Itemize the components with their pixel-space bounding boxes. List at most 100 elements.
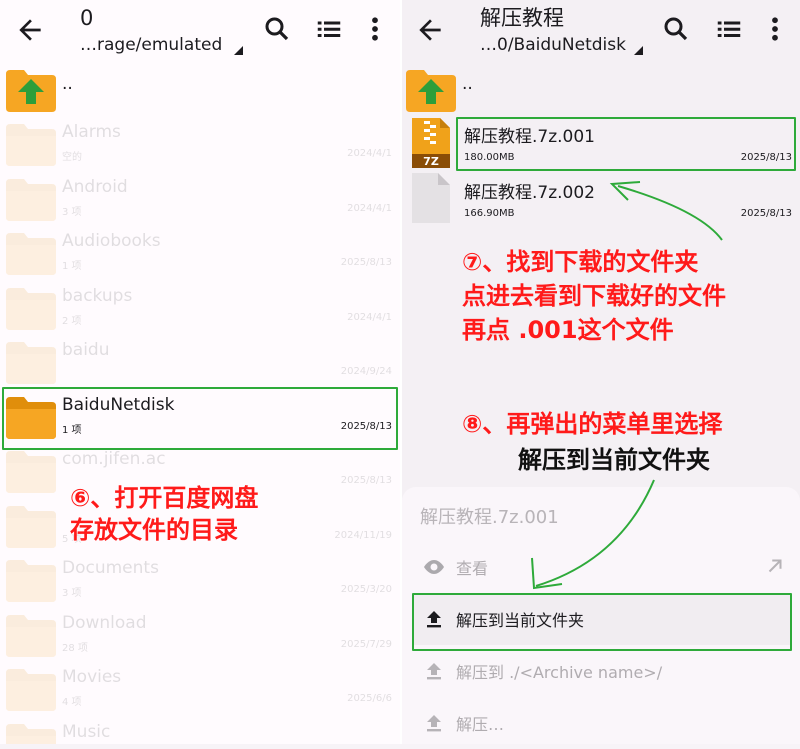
folder-row[interactable]: backups 2 项 2024/4/1 — [0, 280, 400, 334]
folder-date: 2025/8/13 — [340, 257, 392, 268]
eye-icon — [424, 560, 444, 574]
folder-icon — [6, 723, 56, 744]
folder-row[interactable]: Documents 3 项 2025/3/20 — [0, 552, 400, 606]
left-title: 0 — [80, 6, 94, 30]
folder-item-count: 3 项 — [62, 206, 82, 218]
back-arrow-icon[interactable] — [14, 14, 46, 46]
folder-date: 2024/4/1 — [347, 148, 392, 159]
search-icon[interactable] — [262, 14, 292, 44]
folder-icon — [6, 451, 56, 493]
path-dropdown-icon[interactable] — [234, 46, 243, 55]
parent-directory-label: .. — [62, 74, 73, 94]
path-dropdown-icon[interactable] — [634, 46, 643, 55]
folder-icon — [6, 614, 56, 657]
folder-icon — [6, 233, 56, 275]
extract-icon — [427, 715, 441, 732]
left-file-pane: 0 …rage/emulated .. Alarms 空的 2024/4/1 Andr… — [0, 0, 400, 744]
folder-date: 2025/3/20 — [340, 584, 392, 595]
folder-icon — [6, 124, 56, 166]
annotation-step-6-line2: 存放文件的目录 — [70, 516, 238, 544]
menu-label-extract-custom: 解压… — [456, 715, 505, 734]
annotation-step-7-line1: ⑦、找到下载的文件夹 — [462, 248, 699, 276]
folder-name: Android — [62, 176, 128, 197]
menu-label-extract-to-folder: 解压到 ./<Archive name>/ — [456, 663, 663, 682]
right-app-bar: 解压教程 …0/BaiduNetdisk — [402, 0, 800, 60]
more-options-icon[interactable] — [760, 14, 790, 44]
folder-date: 2024/4/1 — [347, 202, 392, 214]
parent-directory-row[interactable]: .. — [0, 62, 400, 116]
extract-icon — [427, 663, 441, 680]
folder-row[interactable]: Movies 4 项 2025/6/6 — [0, 661, 400, 715]
left-title-box[interactable]: 0 …rage/emulated — [80, 4, 250, 58]
annotation-step-6-line1: ⑥、打开百度网盘 — [70, 484, 259, 512]
folder-item-count: 2 项 — [62, 315, 82, 327]
folder-date: 2024/9/24 — [340, 366, 392, 377]
left-app-bar: 0 …rage/emulated — [0, 0, 400, 60]
folder-icon — [6, 560, 56, 602]
folder-date: 2024/11/19 — [334, 529, 392, 541]
annotation-step-8-line1: ⑧、再弹出的菜单里选择 — [462, 410, 723, 438]
highlight-box-baidunetdisk — [2, 387, 398, 450]
list-view-icon[interactable] — [714, 14, 744, 44]
folder-item-count: 3 项 — [62, 588, 82, 599]
list-view-icon[interactable] — [314, 14, 344, 44]
menu-label-view: 查看 — [456, 559, 489, 578]
highlight-box-extract-here — [412, 593, 792, 651]
folder-name: backups — [62, 285, 133, 306]
folder-item-count: 空的 — [62, 152, 82, 163]
highlight-box-7z-001 — [456, 117, 796, 171]
folder-row[interactable]: Android 3 项 2024/4/1 — [0, 171, 400, 225]
menu-item-extract-to-folder[interactable]: 解压到 ./<Archive name>/ — [412, 645, 792, 697]
folder-item-count: 1 项 — [62, 261, 82, 272]
sheet-title: 解压教程.7z.001 — [420, 507, 559, 528]
folder-name: Movies — [62, 667, 122, 687]
folder-icon — [6, 669, 56, 711]
folder-item-count: 4 项 — [62, 697, 82, 708]
folder-date: 2025/8/13 — [340, 475, 392, 486]
folder-name: baidu — [62, 340, 110, 360]
archive-7z-icon: 7Z — [412, 118, 450, 168]
menu-item-view[interactable]: 查看 — [412, 541, 792, 593]
folder-date: 2025/6/6 — [347, 693, 392, 704]
folder-name: Music — [62, 721, 111, 742]
archive-badge-text: 7Z — [423, 155, 439, 168]
search-icon[interactable] — [661, 14, 691, 44]
annotation-step-8-line2: 解压到当前文件夹 — [518, 446, 710, 474]
open-external-arrow-icon — [768, 559, 782, 573]
folder-name: Documents — [62, 558, 159, 578]
folder-row[interactable]: baidu 2024/9/24 — [0, 334, 400, 388]
annotation-step-7-line2: 点进去看到下载好的文件 — [462, 282, 726, 310]
right-title: 解压教程 — [480, 6, 564, 30]
file-name: 解压教程.7z.002 — [464, 183, 595, 203]
right-path: …0/BaiduNetdisk — [480, 35, 626, 55]
right-title-box[interactable]: 解压教程 …0/BaiduNetdisk — [480, 4, 650, 58]
folder-icon — [6, 342, 56, 384]
generic-file-icon — [412, 173, 450, 223]
file-date: 2025/8/13 — [740, 208, 792, 219]
folder-icon — [6, 287, 56, 330]
folder-up-icon — [406, 70, 456, 112]
folder-icon — [6, 178, 56, 221]
menu-item-extract-custom[interactable]: 解压… — [412, 697, 792, 749]
file-size: 166.90MB — [464, 208, 515, 219]
file-row-7z-002[interactable]: 解压教程.7z.002 166.90MB 2025/8/13 — [402, 170, 800, 224]
folder-row[interactable]: Download 28 项 2025/7/29 — [0, 607, 400, 661]
folder-name: com.jifen.ac — [62, 449, 166, 469]
more-options-icon[interactable] — [360, 14, 390, 44]
annotation-step-7-line3: 再点 .001这个文件 — [462, 316, 674, 344]
folder-icon — [6, 505, 56, 548]
folder-row[interactable]: Audiobooks 1 项 2025/8/13 — [0, 225, 400, 279]
folder-up-icon — [6, 70, 56, 112]
parent-directory-label: .. — [462, 74, 473, 94]
folder-item-count: 28 项 — [62, 642, 88, 654]
folder-date: 2024/4/1 — [347, 311, 392, 323]
left-path: …rage/emulated — [80, 35, 223, 55]
folder-date: 2025/7/29 — [340, 638, 392, 650]
folder-name: Audiobooks — [62, 231, 161, 251]
folder-name: Alarms — [62, 122, 121, 142]
parent-directory-row[interactable]: .. — [402, 62, 800, 116]
folder-row[interactable]: Alarms 空的 2024/4/1 — [0, 116, 400, 170]
folder-row[interactable]: Music — [0, 716, 400, 744]
folder-name: Download — [62, 612, 147, 633]
back-arrow-icon[interactable] — [414, 14, 446, 46]
